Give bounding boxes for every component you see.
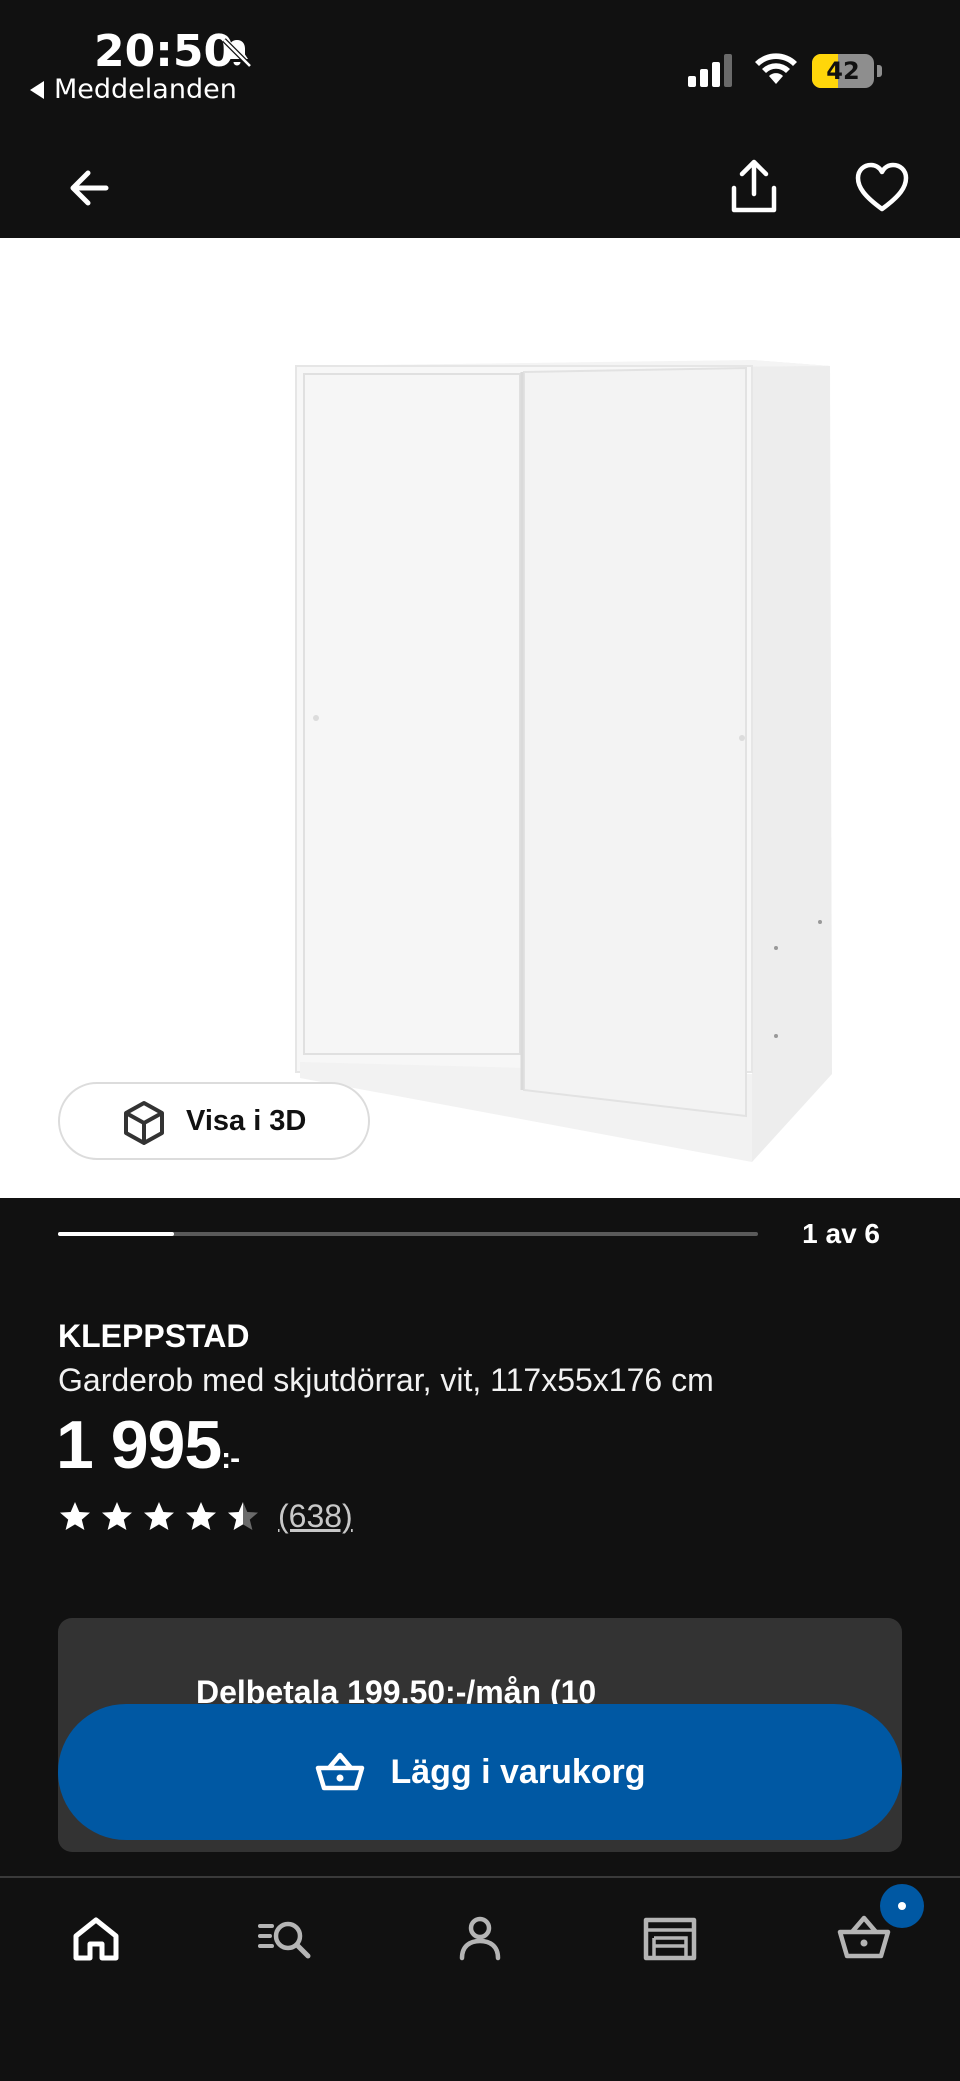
product-price: 1 995:-	[56, 1406, 240, 1484]
add-to-cart-button[interactable]: Lägg i varukorg	[58, 1704, 902, 1840]
star-icon	[60, 1501, 90, 1530]
star-icon	[102, 1501, 132, 1530]
product-rating[interactable]: (638)	[58, 1498, 353, 1535]
product-description: Garderob med skjutdörrar, vit, 117x55x17…	[58, 1362, 714, 1398]
back-triangle-icon	[30, 80, 44, 99]
star-icon	[186, 1501, 216, 1530]
top-nav	[0, 140, 960, 238]
cube-3d-icon	[124, 1101, 164, 1145]
wifi-icon	[755, 53, 797, 84]
wardrobe-image	[295, 360, 832, 1162]
star-icon	[144, 1501, 174, 1530]
home-icon	[73, 1917, 119, 1961]
basket-icon	[316, 1752, 365, 1791]
view-3d-button[interactable]: Visa i 3D	[58, 1082, 370, 1160]
rating-stars	[58, 1500, 268, 1534]
image-counter: 1 av 6	[802, 1218, 880, 1249]
basket-badge	[880, 1884, 924, 1928]
product-brand: KLEPPSTAD	[58, 1318, 250, 1354]
store-icon	[643, 1917, 697, 1961]
star-icon	[228, 1501, 258, 1530]
back-arrow-icon[interactable]	[62, 160, 118, 216]
tab-profile[interactable]	[450, 1908, 510, 1968]
battery-icon: 42	[812, 54, 882, 88]
view-3d-label: Visa i 3D	[186, 1104, 307, 1137]
back-to-app[interactable]: Meddelanden	[30, 74, 237, 105]
price-suffix: :-	[221, 1442, 240, 1475]
status-time: 20:50	[94, 26, 235, 77]
profile-icon	[459, 1916, 501, 1961]
battery-level: 42	[826, 57, 860, 85]
add-to-cart-label: Lägg i varukorg	[390, 1752, 646, 1791]
bottom-tab-bar	[0, 1876, 960, 2081]
image-carousel-progress	[58, 1232, 758, 1236]
review-count[interactable]: (638)	[278, 1498, 353, 1535]
bell-muted-icon	[222, 38, 252, 68]
status-bar: 20:50 Meddelanden 42	[0, 0, 960, 140]
back-app-label: Meddelanden	[54, 74, 237, 105]
search-list-icon	[258, 1921, 311, 1959]
heart-icon[interactable]	[854, 162, 910, 214]
price-amount: 1 995	[56, 1407, 222, 1483]
tab-store[interactable]	[640, 1908, 700, 1968]
cellular-signal-icon	[688, 54, 732, 87]
share-icon[interactable]	[724, 154, 784, 218]
tab-home[interactable]	[66, 1908, 126, 1968]
image-carousel-progress-fill	[58, 1232, 175, 1236]
tab-search[interactable]	[256, 1908, 316, 1968]
product-image[interactable]: Visa i 3D	[0, 238, 960, 1198]
